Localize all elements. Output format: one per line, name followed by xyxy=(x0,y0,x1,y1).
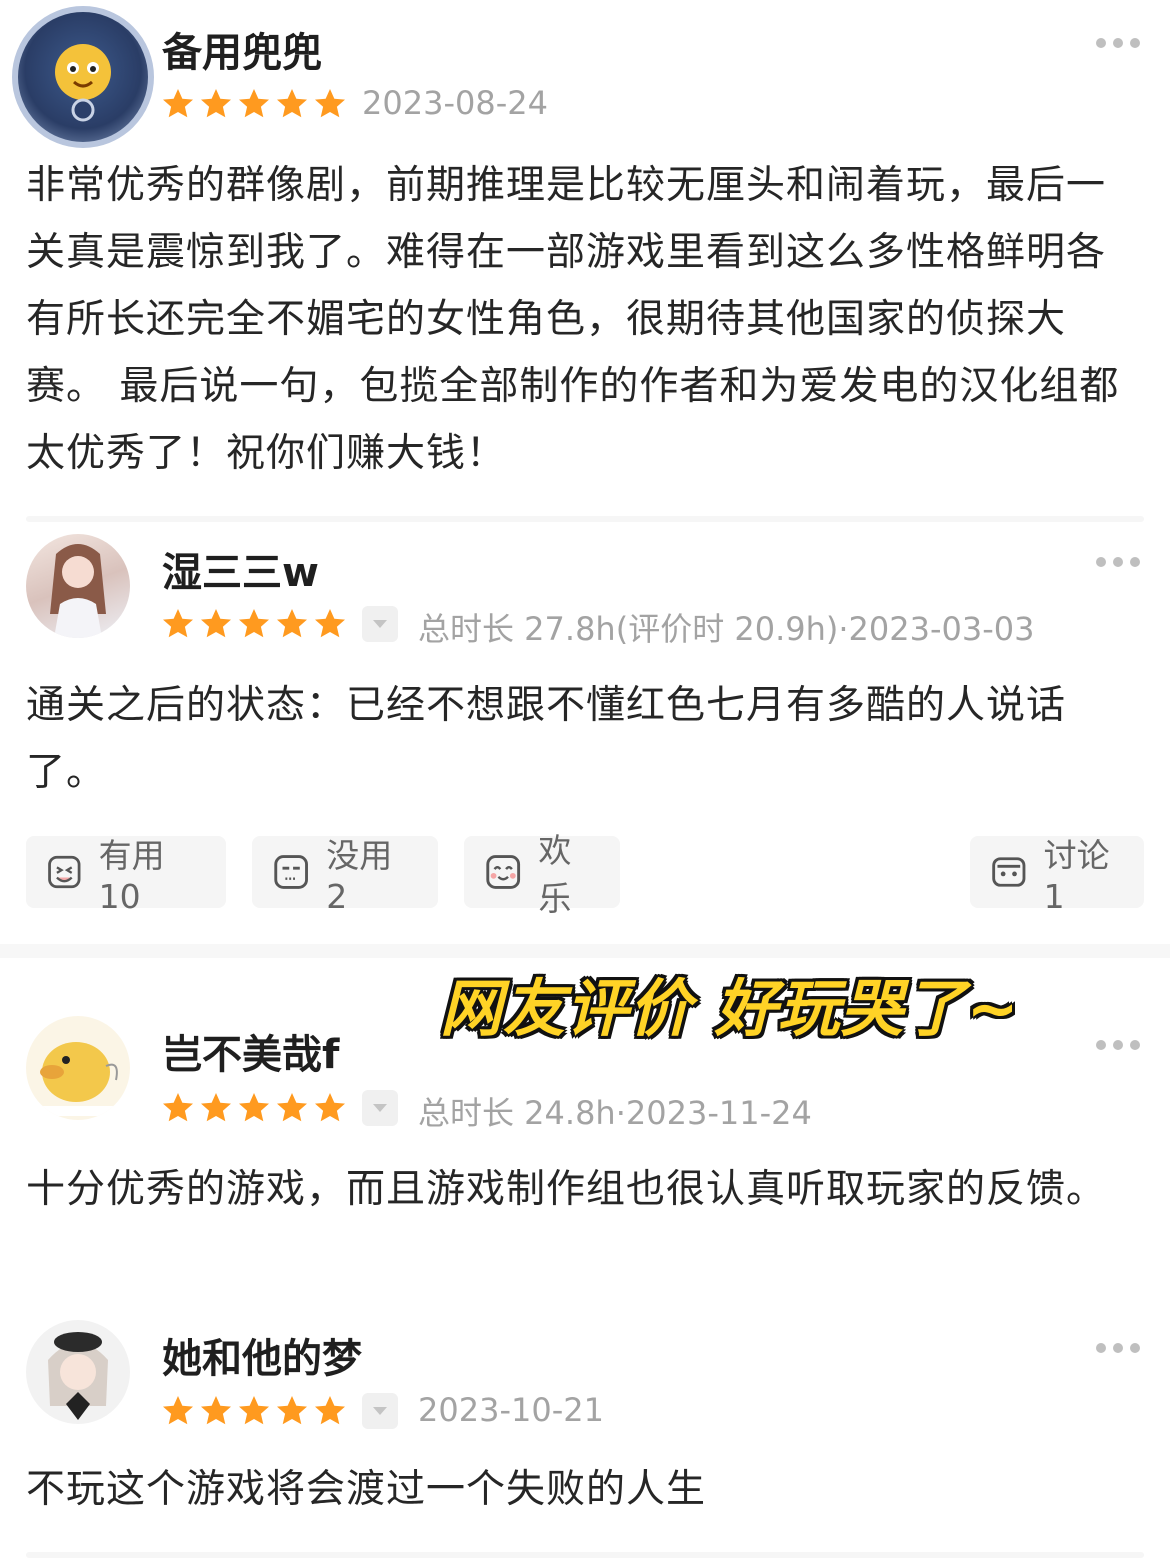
review-text: 通关之后的状态：已经不想跟不懂红色七月有多酷的人说话了。 xyxy=(26,683,1067,795)
anime-girl-avatar-icon xyxy=(48,1332,108,1420)
review-date: 2023-08-24 xyxy=(362,84,548,122)
star-icon xyxy=(163,89,193,118)
star-icon xyxy=(163,1396,193,1425)
duck-avatar-icon xyxy=(40,1042,118,1116)
meh-emoji-icon xyxy=(274,855,308,889)
discuss-label: 讨论1 xyxy=(1043,835,1110,916)
username[interactable]: 湿三三w xyxy=(162,540,319,598)
play-time-and-date: 总时长 27.8h(评价时 20.9h)·2023-03-03 xyxy=(418,610,1035,648)
comment-emoji-icon xyxy=(992,857,1026,887)
more-options-icon[interactable] xyxy=(1096,1040,1140,1050)
star-rating xyxy=(160,606,348,642)
device-dropdown-icon[interactable] xyxy=(362,606,398,642)
avatar[interactable] xyxy=(26,534,130,638)
star-icon xyxy=(163,1093,193,1122)
review-date: 2023-10-21 xyxy=(418,1391,604,1429)
more-options-icon[interactable] xyxy=(1096,557,1140,567)
more-options-icon[interactable] xyxy=(1096,1343,1140,1353)
more-options-icon[interactable] xyxy=(1096,38,1140,48)
section-divider xyxy=(0,944,1170,958)
anime-girl-avatar-icon xyxy=(50,544,106,638)
review-text: 十分优秀的游戏，而且游戏制作组也很认真听取玩家的反馈。 xyxy=(26,1167,1107,1212)
star-icon xyxy=(277,89,307,118)
discuss-button[interactable]: 讨论1 xyxy=(970,836,1144,916)
divider xyxy=(26,516,1144,522)
star-rating xyxy=(160,86,348,122)
avatar[interactable] xyxy=(26,1016,130,1120)
star-rating xyxy=(160,1090,348,1126)
star-icon xyxy=(239,1396,269,1425)
device-dropdown-icon[interactable] xyxy=(362,1090,398,1126)
review-text: 非常优秀的群像剧，前期推理是比较无厘头和闹着玩，最后一关真是震惊到我了。难得在一… xyxy=(26,163,1120,476)
star-icon xyxy=(315,1093,345,1122)
funny-button[interactable]: 欢乐 xyxy=(464,831,620,918)
overlay-caption: 网友评价 好玩哭了~ xyxy=(440,972,1020,1045)
star-rating xyxy=(160,1393,348,1429)
review-text: 不玩这个游戏将会渡过一个失败的人生 xyxy=(26,1467,707,1512)
star-icon xyxy=(201,1396,231,1425)
star-icon xyxy=(201,89,231,118)
funny-label: 欢乐 xyxy=(538,831,572,918)
play-time-and-date: 总时长 24.8h·2023-11-24 xyxy=(418,1094,812,1132)
happy-emoji-icon xyxy=(486,855,521,889)
star-icon xyxy=(277,1093,307,1122)
star-icon xyxy=(239,89,269,118)
username[interactable]: 她和他的梦 xyxy=(162,1326,362,1384)
username[interactable]: 岂不美哉f xyxy=(162,1022,339,1080)
star-icon xyxy=(201,1093,231,1122)
useful-button[interactable]: 有用 10 xyxy=(26,836,226,916)
divider xyxy=(26,1552,1144,1558)
avatar[interactable] xyxy=(26,1320,130,1424)
avatar[interactable] xyxy=(12,6,154,148)
useless-label: 没用 2 xyxy=(326,835,393,916)
star-icon xyxy=(315,89,345,118)
star-icon xyxy=(277,609,307,638)
star-icon xyxy=(315,609,345,638)
username[interactable]: 备用兜兜 xyxy=(162,20,322,78)
mascot-avatar-icon xyxy=(55,44,111,122)
star-icon xyxy=(163,609,193,638)
star-icon xyxy=(201,609,231,638)
star-icon xyxy=(277,1396,307,1425)
star-icon xyxy=(239,1093,269,1122)
useful-label: 有用 10 xyxy=(98,835,165,916)
laugh-emoji-icon xyxy=(48,855,81,889)
star-icon xyxy=(239,609,269,638)
star-icon xyxy=(315,1396,345,1425)
useless-button[interactable]: 没用 2 xyxy=(252,836,438,916)
device-dropdown-icon[interactable] xyxy=(362,1393,398,1429)
